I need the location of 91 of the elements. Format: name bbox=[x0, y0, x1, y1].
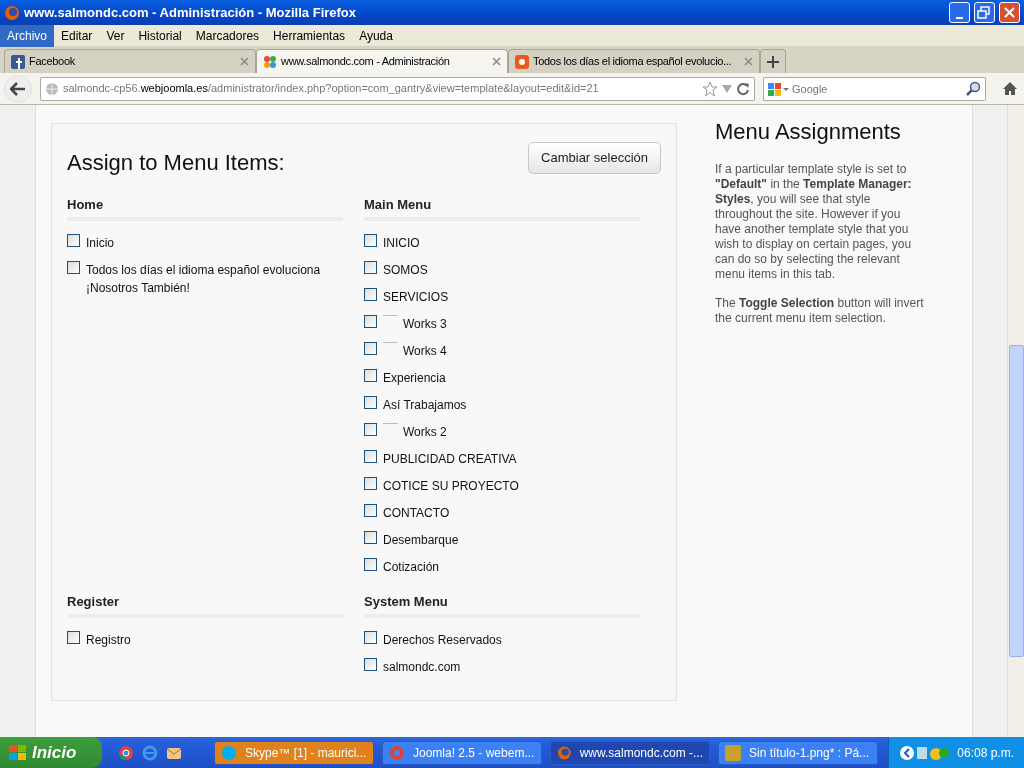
checkbox[interactable] bbox=[364, 233, 377, 247]
checkbox-label: Desembarque bbox=[383, 531, 459, 549]
clock: 06:08 p.m. bbox=[957, 744, 1014, 762]
group-heading: System Menu bbox=[364, 592, 640, 618]
taskbar-button[interactable]: Joomla! 2.5 - webem... bbox=[382, 740, 542, 765]
close-icon bbox=[492, 57, 501, 66]
checkbox[interactable] bbox=[364, 314, 377, 328]
checkbox-label: Así Trabajamos bbox=[383, 396, 467, 414]
google-icon bbox=[768, 80, 790, 97]
checkbox-label: salmondc.com bbox=[383, 658, 461, 676]
help-text: If a particular template style is set to "Default" in the Template Manager: Styles, you will see that style throughout the site. However if you have another template style that you wish to display on certain pages, you can do so by selecting the relevant menu items in this tab. bbox=[715, 162, 913, 282]
checkbox-label: Derechos Reservados bbox=[383, 631, 502, 649]
browser-icon bbox=[142, 744, 158, 761]
window-title: www.salmondc.com - Administración - Mozilla Firefox bbox=[24, 3, 358, 22]
chrome-icon bbox=[118, 744, 134, 761]
home-icon bbox=[1002, 81, 1018, 96]
checkbox-label: Todos los días el idioma español evoluciona ¡Nosotros También! bbox=[86, 261, 322, 297]
close-icon bbox=[240, 57, 249, 66]
group-heading: Main Menu bbox=[364, 195, 640, 221]
checkbox-label: SERVICIOS bbox=[383, 288, 449, 306]
checkbox-label: PUBLICIDAD CREATIVA bbox=[383, 450, 517, 468]
checkbox[interactable] bbox=[364, 530, 377, 544]
firefox-icon bbox=[4, 4, 20, 21]
help-text: The Toggle Selection button will invert the current menu item selection. bbox=[715, 296, 925, 326]
checkbox[interactable] bbox=[67, 233, 80, 247]
checkbox-label: Works 4 bbox=[403, 342, 447, 360]
menu-item[interactable]: Ver bbox=[99, 24, 132, 47]
browser-tab[interactable]: Facebook bbox=[4, 49, 256, 73]
checkbox[interactable] bbox=[364, 476, 377, 490]
menu-item[interactable]: Historial bbox=[131, 24, 189, 47]
checkbox[interactable] bbox=[364, 557, 377, 571]
close-button[interactable] bbox=[999, 2, 1020, 23]
menu-item[interactable]: Archivo bbox=[0, 24, 54, 47]
new-tab-button[interactable] bbox=[760, 49, 786, 73]
search-icon bbox=[965, 80, 981, 97]
menu-item[interactable]: Herramientas bbox=[266, 24, 353, 47]
browser-tab[interactable]: Todos los días el idioma español evolucio... bbox=[508, 49, 760, 73]
checkbox-label: Cotización bbox=[383, 558, 440, 576]
globe-icon bbox=[45, 81, 59, 96]
checkbox-label: Experiencia bbox=[383, 369, 446, 387]
chrome-icon bbox=[389, 744, 405, 761]
checkbox[interactable] bbox=[364, 395, 377, 409]
checkbox-label: INICIO bbox=[383, 234, 420, 252]
checkbox[interactable] bbox=[364, 503, 377, 517]
checkbox-label: Inicio bbox=[86, 234, 114, 252]
checkbox[interactable] bbox=[364, 422, 377, 436]
firefox-icon bbox=[557, 744, 572, 761]
toggle-button[interactable]: Cambiar selección bbox=[528, 142, 661, 174]
home-button[interactable] bbox=[1002, 81, 1018, 96]
taskbar-button[interactable]: www.salmondc.com -... bbox=[550, 740, 710, 765]
back-arrow-icon bbox=[10, 81, 26, 96]
menu-item[interactable]: Ayuda bbox=[352, 24, 400, 47]
checkbox[interactable] bbox=[364, 630, 377, 644]
checkbox-label: SOMOS bbox=[383, 261, 428, 279]
menu-item[interactable]: Editar bbox=[54, 24, 100, 47]
checkbox-label: Registro bbox=[86, 631, 131, 649]
checkbox[interactable] bbox=[364, 287, 377, 301]
search-field[interactable]: Google bbox=[790, 76, 965, 101]
group-heading: Register bbox=[67, 592, 343, 618]
checkbox-label: CONTACTO bbox=[383, 504, 450, 522]
reload-icon bbox=[736, 81, 750, 96]
minimize-button[interactable] bbox=[949, 2, 970, 23]
start-button[interactable]: Inicio bbox=[0, 737, 102, 768]
checkbox-label: Works 2 bbox=[403, 423, 447, 441]
menu-item[interactable]: Marcadores bbox=[188, 24, 267, 47]
restore-button[interactable] bbox=[974, 2, 995, 23]
restore-icon bbox=[976, 4, 993, 21]
checkbox[interactable] bbox=[67, 630, 80, 644]
taskbar-button[interactable]: Sin título-1.png* : Pá... bbox=[718, 740, 878, 765]
browser-tab[interactable]: www.salmondc.com - Administración bbox=[256, 49, 508, 73]
checkbox-label: Works 3 bbox=[403, 315, 447, 333]
star-icon bbox=[702, 80, 718, 97]
section-heading: Assign to Menu Items: bbox=[67, 149, 285, 177]
checkbox[interactable] bbox=[364, 657, 377, 671]
address-bar[interactable]: salmondc-cp56.webjoomla.es/administrator/index.php?option=com_gantry&view=template&layout=edit&id=21 bbox=[40, 76, 755, 101]
checkbox[interactable] bbox=[364, 449, 377, 463]
dropdown-icon bbox=[722, 84, 732, 93]
checkbox[interactable] bbox=[364, 260, 377, 274]
help-heading: Menu Assignments bbox=[715, 118, 902, 146]
close-icon bbox=[744, 57, 753, 66]
checkbox[interactable] bbox=[364, 368, 377, 382]
plus-icon bbox=[767, 55, 779, 68]
checkbox-label: COTICE SU PROYECTO bbox=[383, 477, 519, 495]
back-button[interactable] bbox=[4, 74, 32, 103]
checkbox[interactable] bbox=[364, 341, 377, 355]
group-heading: Home bbox=[67, 195, 343, 221]
checkbox[interactable] bbox=[67, 260, 80, 274]
windows-flag-icon bbox=[8, 743, 28, 762]
minimize-icon bbox=[956, 16, 963, 19]
scrollbar[interactable] bbox=[1007, 105, 1024, 737]
facebook-icon bbox=[11, 54, 25, 69]
